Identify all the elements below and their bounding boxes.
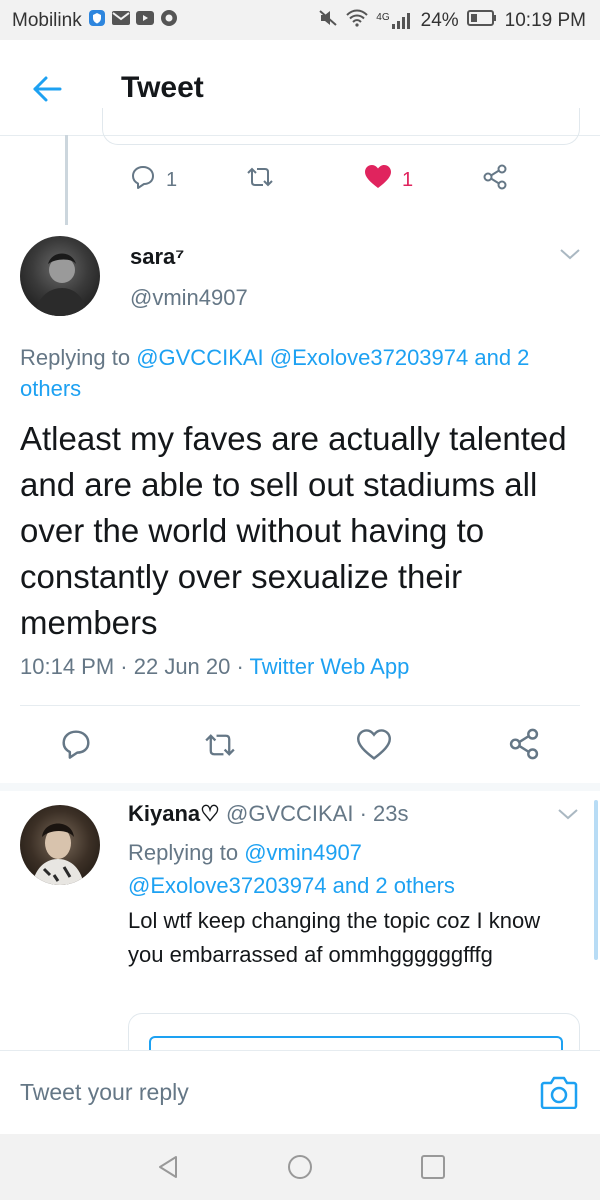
parent-share-button[interactable] [482, 164, 508, 196]
chrome-icon [160, 9, 178, 33]
camera-icon[interactable] [540, 1075, 578, 1114]
mail-icon [111, 10, 130, 32]
reply-replying-link-1[interactable]: @vmin4907 [244, 840, 362, 865]
reply-replying-prefix: Replying to [128, 840, 245, 865]
reply-dot: · [353, 801, 374, 826]
reply-header: Kiyana♡ @GVCCIKAI · 23s [128, 801, 409, 827]
nav-recents-icon[interactable] [420, 1154, 446, 1185]
mute-icon [318, 9, 338, 33]
nav-back-icon[interactable] [156, 1154, 180, 1185]
reply-author-handle[interactable]: @GVCCIKAI [226, 801, 353, 826]
clock: 10:19 PM [504, 10, 586, 31]
nav-home-icon[interactable] [286, 1153, 314, 1186]
tweet-meta: 10:14 PM · 22 Jun 20 · Twitter Web App [20, 654, 409, 680]
reply-icon[interactable] [60, 728, 92, 765]
chevron-down-icon[interactable] [558, 246, 582, 267]
reply-replying-link-2[interactable]: @Exolove37203974 and 2 others [128, 873, 455, 898]
chevron-down-icon[interactable] [556, 806, 580, 827]
parent-reply-button[interactable]: 1 [130, 164, 177, 196]
retweet-icon[interactable] [200, 730, 240, 765]
parent-like-count: 1 [402, 168, 414, 191]
parent-reply-count: 1 [166, 168, 178, 191]
reply-age: 23s [373, 801, 409, 826]
author-handle[interactable]: @vmin4907 [130, 285, 248, 311]
reply-replying-to: Replying to @vmin4907 @Exolove37203974 an… [128, 836, 568, 902]
parent-retweet-button[interactable] [244, 164, 276, 196]
parent-quote-card[interactable] [102, 108, 580, 145]
share-icon[interactable] [508, 728, 540, 765]
parent-like-button[interactable]: 1 [364, 164, 413, 196]
battery-percent: 24% [420, 10, 459, 31]
signal-icon: 4G [376, 12, 412, 30]
tweet-source[interactable]: Twitter Web App [250, 654, 410, 679]
carrier-label: Mobilink [12, 10, 82, 31]
wifi-icon [346, 9, 369, 33]
reply-text: Lol wtf keep changing the topic coz I kn… [128, 908, 541, 967]
system-nav-bar [0, 1134, 600, 1200]
meta-separator: · [230, 654, 250, 679]
shield-icon [88, 9, 106, 33]
reply-icon [130, 164, 156, 196]
section-divider [0, 783, 600, 791]
author-name[interactable]: sara⁷ [130, 244, 184, 270]
page-title: Tweet [121, 71, 204, 104]
thread-line [65, 135, 68, 225]
tweet-date: 22 Jun 20 [133, 654, 231, 679]
reply-input[interactable]: Tweet your reply [20, 1079, 189, 1106]
reply-author-name[interactable]: Kiyana♡ [128, 801, 220, 826]
network-type-label: 4G [376, 12, 390, 23]
tweet-text: Atleast my faves are actually talented a… [20, 420, 567, 641]
heart-icon [364, 164, 392, 196]
heart-icon[interactable] [356, 729, 392, 766]
reply-composer: Tweet your reply [0, 1050, 600, 1135]
tweet-time: 10:14 PM [20, 654, 115, 679]
divider [20, 705, 580, 706]
retweet-icon [244, 164, 276, 196]
avatar[interactable] [20, 236, 100, 316]
replying-to: Replying to @GVCCIKAI @Exolove37203974 a… [20, 342, 585, 404]
replying-prefix: Replying to [20, 345, 137, 370]
scrollbar[interactable] [594, 800, 598, 960]
avatar[interactable] [20, 805, 100, 885]
youtube-icon [135, 10, 154, 32]
status-bar: Mobilink 4G 24% 10:19 PM [0, 0, 600, 40]
meta-separator: · [114, 654, 134, 679]
back-arrow-icon[interactable] [30, 74, 64, 104]
battery-icon [466, 10, 497, 32]
share-icon [482, 164, 508, 196]
